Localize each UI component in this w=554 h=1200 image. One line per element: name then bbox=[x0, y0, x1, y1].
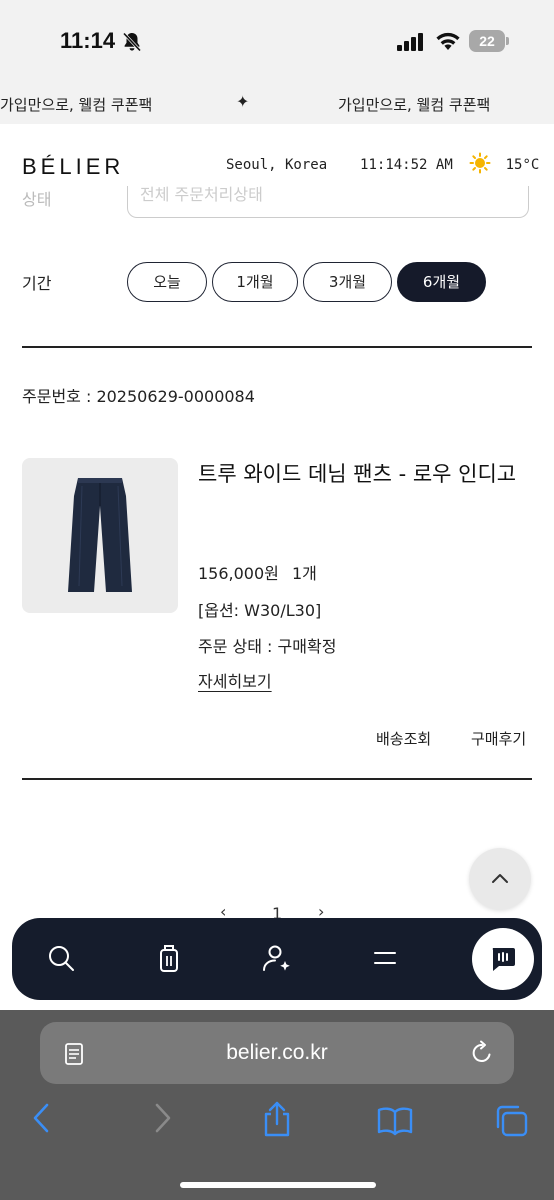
order-status: 주문 상태 : 구매확정 bbox=[198, 637, 337, 656]
share-icon[interactable] bbox=[260, 1100, 294, 1138]
forward-icon[interactable] bbox=[150, 1102, 174, 1134]
chat-icon bbox=[492, 948, 515, 971]
header-info: Seoul, Korea 11:14:52 AM 15°C bbox=[226, 152, 540, 174]
promo-text-left: 가입만으로, 웰컴 쿠폰팩 bbox=[0, 96, 153, 114]
battery-level: 22 bbox=[469, 30, 505, 52]
battery-indicator: 22 bbox=[469, 30, 509, 52]
order-number: 주문번호 : 20250629-0000084 bbox=[22, 387, 255, 406]
product-price: 156,000원 bbox=[198, 564, 279, 583]
promo-banner[interactable]: 가입만으로, 웰컴 쿠폰팩 ✦ 가입만으로, 웰컴 쿠폰팩 bbox=[0, 82, 554, 124]
search-icon[interactable] bbox=[44, 941, 78, 975]
sun-icon bbox=[469, 152, 491, 174]
divider-top bbox=[22, 346, 532, 348]
status-bar: 11:14 22 bbox=[0, 0, 554, 82]
product-name[interactable]: 트루 와이드 데님 팬츠 - 로우 인디고 bbox=[198, 457, 528, 492]
detail-link[interactable]: 자세히보기 bbox=[198, 668, 272, 692]
chevron-up-icon bbox=[492, 874, 508, 883]
location-text: Seoul, Korea bbox=[226, 157, 328, 173]
period-label: 기간 bbox=[22, 274, 52, 293]
product-quantity: 1개 bbox=[292, 564, 317, 583]
period-1month-button[interactable]: 1개월 bbox=[212, 262, 298, 302]
browser-toolbar: belier.co.kr bbox=[0, 1010, 554, 1200]
site-header: BÉLIER Seoul, Korea 11:14:52 AM 15°C bbox=[0, 124, 554, 186]
clock-text: 11:14:52 AM bbox=[360, 157, 453, 173]
promo-text-right: 가입만으로, 웰컴 쿠폰팩 bbox=[338, 96, 491, 114]
track-delivery-link[interactable]: 배송조회 bbox=[376, 728, 431, 749]
shopping-bag-icon[interactable] bbox=[152, 941, 186, 975]
brand-logo[interactable]: BÉLIER bbox=[22, 154, 124, 180]
scroll-top-button[interactable] bbox=[469, 848, 531, 910]
tabs-icon[interactable] bbox=[494, 1104, 530, 1138]
back-icon[interactable] bbox=[30, 1102, 54, 1134]
temperature-text: 15°C bbox=[505, 157, 540, 173]
url-text[interactable]: belier.co.kr bbox=[40, 1041, 514, 1065]
user-star-icon[interactable] bbox=[260, 941, 294, 975]
address-bar[interactable]: belier.co.kr bbox=[40, 1022, 514, 1084]
write-review-link[interactable]: 구매후기 bbox=[471, 728, 526, 749]
bookmarks-icon[interactable] bbox=[376, 1106, 414, 1136]
product-thumbnail[interactable] bbox=[22, 458, 178, 613]
period-today-button[interactable]: 오늘 bbox=[127, 262, 207, 302]
period-3month-button[interactable]: 3개월 bbox=[303, 262, 392, 302]
sparkle-icon: ✦ bbox=[236, 92, 250, 111]
status-filter-label: 상태 bbox=[22, 190, 52, 209]
chat-button[interactable] bbox=[472, 928, 534, 990]
menu-icon[interactable] bbox=[368, 941, 402, 975]
battery-cap bbox=[506, 37, 509, 45]
signal-icon bbox=[397, 33, 423, 51]
reload-icon[interactable] bbox=[470, 1040, 494, 1066]
divider-bottom bbox=[22, 778, 532, 780]
jeans-image bbox=[68, 478, 132, 592]
bell-slash-icon bbox=[122, 32, 142, 52]
product-option: [옵션: W30/L30] bbox=[198, 601, 322, 620]
wifi-icon bbox=[436, 32, 460, 50]
app-bottom-nav bbox=[12, 918, 542, 1000]
period-6month-button[interactable]: 6개월 bbox=[397, 262, 486, 302]
home-indicator bbox=[180, 1182, 376, 1188]
status-time: 11:14 bbox=[60, 28, 116, 53]
